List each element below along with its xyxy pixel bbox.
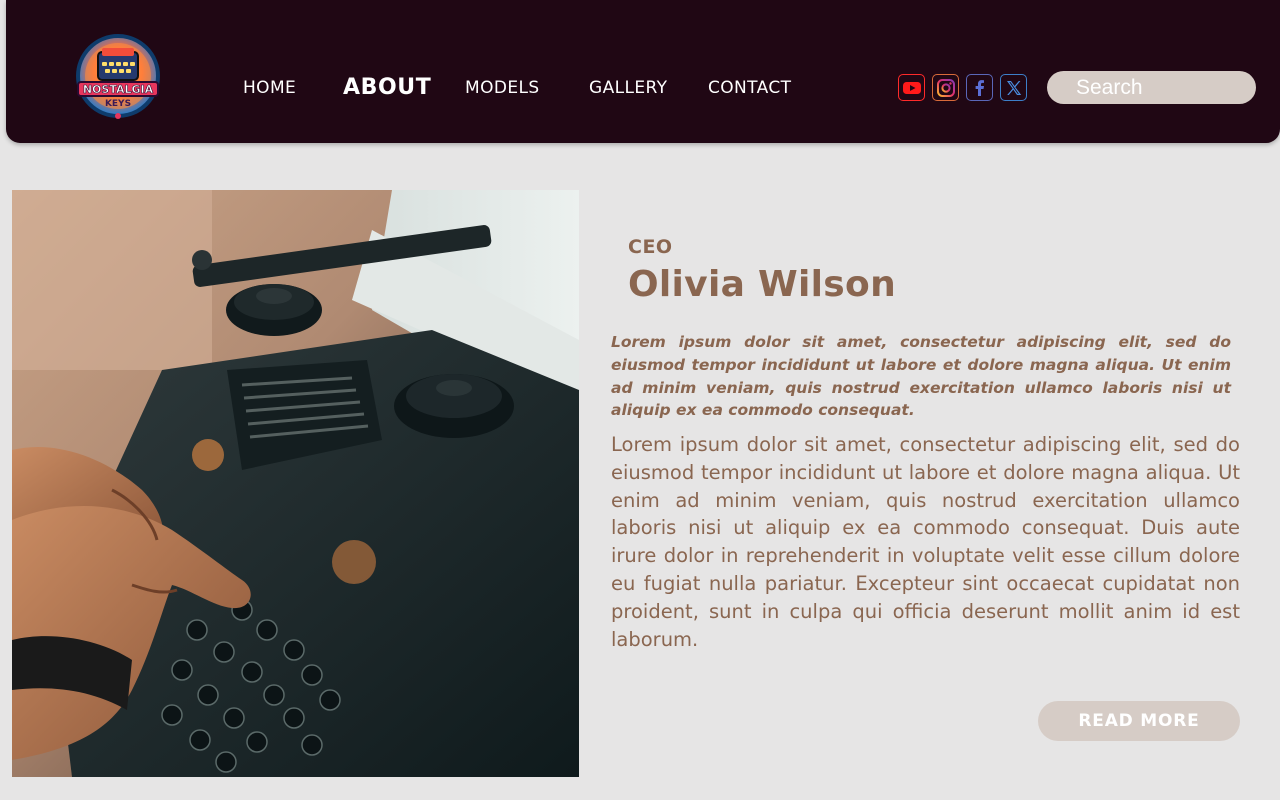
nav-about[interactable]: ABOUT (343, 75, 431, 100)
read-more-button[interactable]: READ MORE (1038, 701, 1240, 741)
nav-models[interactable]: MODELS (465, 78, 540, 98)
profile-lead-paragraph: Lorem ipsum dolor sit amet, consectetur … (611, 333, 1231, 420)
profile-role: CEO (628, 236, 673, 258)
site-header: NOSTALGIA KEYS HOME ABOUT MODELS GALLERY… (6, 0, 1280, 143)
nav-contact[interactable]: CONTACT (708, 78, 791, 98)
youtube-icon[interactable] (898, 74, 925, 101)
search-input[interactable] (1047, 71, 1256, 104)
typewriter-hero-image (12, 190, 579, 777)
instagram-icon[interactable] (932, 74, 959, 101)
logo-text-sub: KEYS (105, 99, 131, 109)
nav-home[interactable]: HOME (243, 78, 296, 98)
nav-gallery[interactable]: GALLERY (589, 78, 667, 98)
logo-text-main: NOSTALGIA (83, 83, 154, 96)
profile-body-paragraph: Lorem ipsum dolor sit amet, consectetur … (611, 433, 1240, 651)
profile-name: Olivia Wilson (628, 264, 896, 305)
x-twitter-icon[interactable] (1000, 74, 1027, 101)
facebook-icon[interactable] (966, 74, 993, 101)
nostalgia-keys-logo[interactable]: NOSTALGIA KEYS (72, 32, 164, 120)
